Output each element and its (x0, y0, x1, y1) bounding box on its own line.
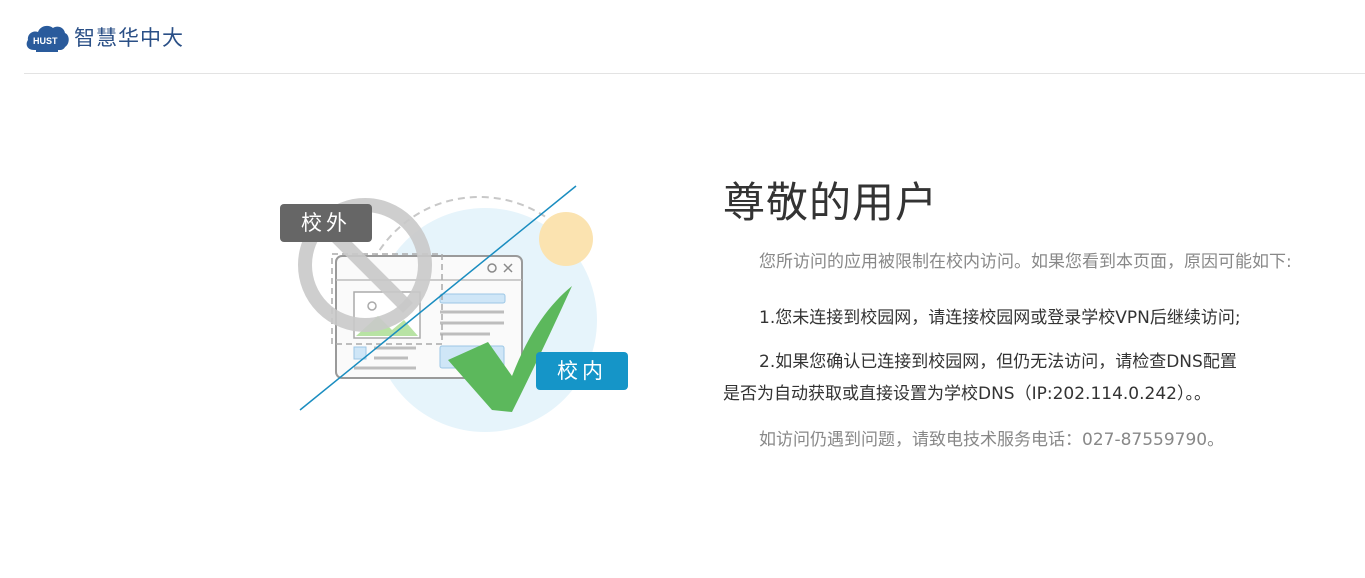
reason-item-2: 2.如果您确认已连接到校园网，但仍无法访问，请检查DNS配置是否为自动获取或直接… (723, 352, 1237, 404)
message-content: 尊敬的用户 您所访问的应用被限制在校内访问。如果您看到本页面，原因可能如下: 1… (723, 170, 1313, 456)
tag-off-campus: 校外 (280, 204, 372, 242)
svg-text:HUST: HUST (33, 36, 58, 46)
header: HUST 智慧华中大 (24, 0, 1365, 74)
access-illustration: 校外 校内 (280, 180, 640, 440)
reason-item-1: 1.您未连接到校园网，请连接校园网或登录学校VPN后继续访问; (759, 308, 1241, 328)
page-title: 尊敬的用户 (723, 178, 939, 227)
contact-text: 如访问仍遇到问题，请致电技术服务电话：027-87559790。 (759, 430, 1225, 450)
logo[interactable]: HUST 智慧华中大 (24, 20, 184, 56)
intro-text: 您所访问的应用被限制在校内访问。如果您看到本页面，原因可能如下: (759, 252, 1292, 272)
tag-on-campus: 校内 (536, 352, 628, 390)
logo-text: 智慧华中大 (74, 26, 184, 50)
cloud-logo-icon: HUST (26, 25, 69, 52)
